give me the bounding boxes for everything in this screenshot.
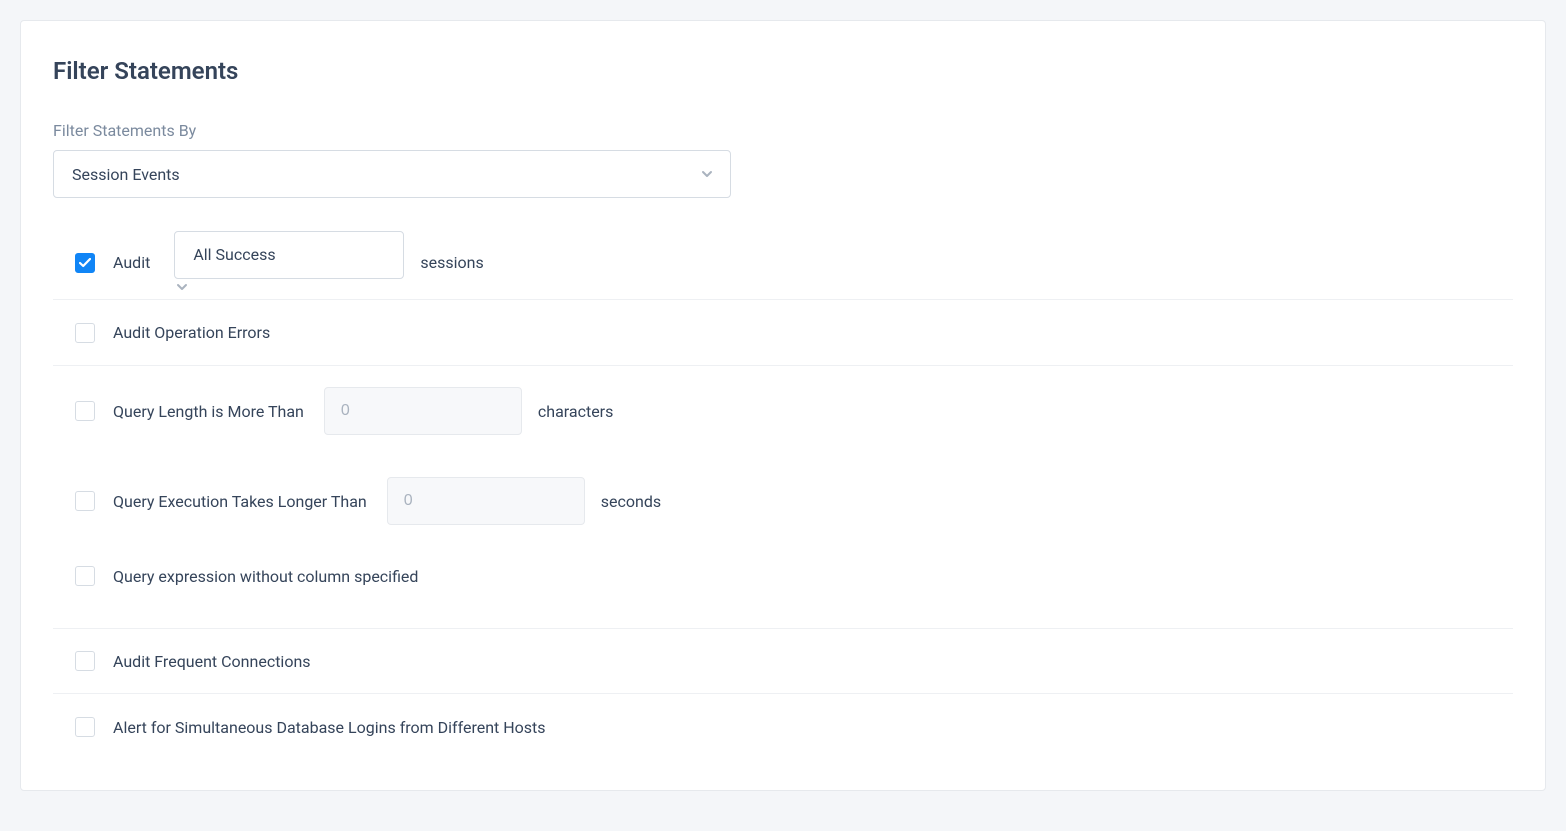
checkbox-query-no-column[interactable] (75, 566, 95, 586)
label-query-length: Query Length is More Than (113, 402, 304, 421)
suffix-audit: sessions (420, 253, 483, 272)
chevron-down-icon (174, 279, 404, 295)
audit-success-select[interactable]: All Success (174, 231, 404, 295)
filter-by-select-value: Session Events (72, 165, 180, 184)
checkbox-audit[interactable] (75, 253, 95, 273)
row-audit: Audit All Success sessions (53, 226, 1513, 300)
checkbox-audit-frequent-connections[interactable] (75, 651, 95, 671)
filter-statements-card: Filter Statements Filter Statements By S… (20, 20, 1546, 791)
checkbox-alert-simul-logins[interactable] (75, 717, 95, 737)
suffix-query-length: characters (538, 402, 613, 421)
label-query-exec-time: Query Execution Takes Longer Than (113, 492, 367, 511)
label-audit: Audit (113, 253, 150, 272)
row-query-no-column: Query expression without column specifie… (53, 546, 1513, 606)
row-audit-operation-errors: Audit Operation Errors (53, 300, 1513, 366)
input-query-exec-time[interactable] (387, 477, 585, 525)
checkbox-query-length[interactable] (75, 401, 95, 421)
row-alert-simul-logins: Alert for Simultaneous Database Logins f… (53, 694, 1513, 760)
checkbox-query-exec-time[interactable] (75, 491, 95, 511)
input-query-length[interactable] (324, 387, 522, 435)
row-query-length: Query Length is More Than characters (53, 366, 1513, 456)
checkbox-audit-operation-errors[interactable] (75, 323, 95, 343)
label-audit-operation-errors: Audit Operation Errors (113, 323, 270, 342)
label-alert-simul-logins: Alert for Simultaneous Database Logins f… (113, 718, 546, 737)
label-audit-frequent-connections: Audit Frequent Connections (113, 652, 311, 671)
row-query-exec-time: Query Execution Takes Longer Than second… (53, 456, 1513, 546)
filter-by-label: Filter Statements By (53, 121, 1513, 140)
label-query-no-column: Query expression without column specifie… (113, 567, 418, 586)
page-title: Filter Statements (53, 57, 1513, 85)
filter-by-select[interactable]: Session Events (53, 150, 731, 198)
audit-success-select-value: All Success (193, 245, 275, 264)
row-audit-frequent-connections: Audit Frequent Connections (53, 628, 1513, 694)
suffix-query-exec-time: seconds (601, 492, 661, 511)
